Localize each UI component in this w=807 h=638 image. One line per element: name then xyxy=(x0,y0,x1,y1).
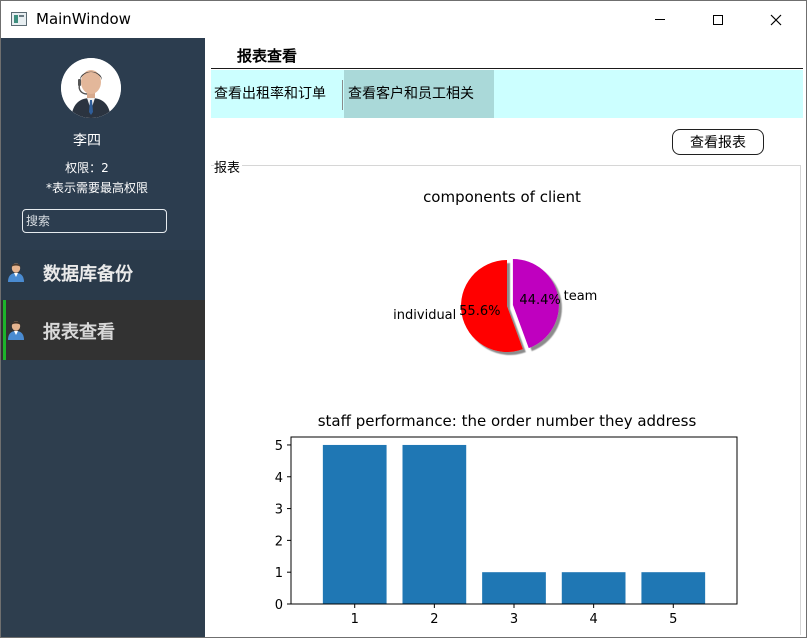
tab-bar: 查看出租率和订单 查看客户和员工相关 xyxy=(211,70,803,118)
maximize-icon xyxy=(713,14,723,25)
avatar xyxy=(61,58,121,118)
sidebar-item-label: 数据库备份 xyxy=(43,264,133,285)
close-icon xyxy=(770,14,782,25)
search-input[interactable] xyxy=(22,209,167,233)
close-button[interactable] xyxy=(747,1,805,38)
bar-chart: 1 2 3 4 5 0 1 2 3 4 5 xyxy=(275,436,738,627)
pie-slice-label: individual xyxy=(393,308,456,323)
sidebar-item-label: 报表查看 xyxy=(43,322,115,343)
app-window-icon xyxy=(11,12,27,26)
bar-5 xyxy=(641,572,706,604)
active-indicator xyxy=(3,300,6,360)
y-tick-label: 0 xyxy=(275,598,283,613)
y-tick-label: 1 xyxy=(275,566,283,581)
view-report-button[interactable]: 查看报表 xyxy=(672,129,764,155)
y-tick-label: 5 xyxy=(275,439,283,454)
y-tick-label: 4 xyxy=(275,471,283,486)
bar-3 xyxy=(482,572,546,604)
x-tick-label: 1 xyxy=(351,612,359,627)
bar-1 xyxy=(322,444,387,604)
permission-level: 权限：2 xyxy=(65,161,109,175)
user-name: 李四 xyxy=(73,133,101,149)
user-icon xyxy=(8,263,24,282)
user-icon xyxy=(8,321,24,340)
main-window: MainWindow 李四 权限：2 *表示需要最高权限 搜索 数据库备份 报表… xyxy=(0,0,807,638)
user-profile: 李四 权限：2 *表示需要最高权限 xyxy=(1,38,205,250)
title-divider xyxy=(211,68,803,69)
pie-slice-label: team xyxy=(564,289,598,304)
tab-client-staff[interactable]: 查看客户和员工相关 xyxy=(344,70,494,118)
pie-pct-label: 44.4% xyxy=(519,293,560,308)
avatar-image xyxy=(61,58,121,118)
minimize-button[interactable] xyxy=(631,1,689,38)
x-tick-label: 4 xyxy=(590,612,598,627)
y-tick-label: 2 xyxy=(275,534,283,549)
pie-chart: 55.6%individual 44.4% team xyxy=(393,258,598,352)
pie-chart-title: components of client xyxy=(423,188,581,206)
minimize-icon xyxy=(655,19,665,20)
tab-occupancy-orders[interactable]: 查看出租率和订单 xyxy=(212,70,340,118)
main-panel: 报表查看 查看出租率和订单 查看客户和员工相关 查看报表 报表 componen… xyxy=(205,38,806,637)
window-title: MainWindow xyxy=(36,10,131,28)
x-tick-label: 5 xyxy=(669,612,677,627)
bar-2 xyxy=(402,444,467,604)
y-tick-label: 3 xyxy=(275,503,283,518)
report-charts: components of client 55.6%individual 44.4… xyxy=(275,188,738,627)
x-tick-label: 2 xyxy=(430,612,438,627)
sidebar: 李四 权限：2 *表示需要最高权限 数据库备份 报表查看 xyxy=(1,38,205,637)
pie-pct-label: 55.6% xyxy=(459,304,500,319)
bar-chart-title: staff performance: the order number they… xyxy=(318,412,697,430)
bar-4 xyxy=(561,572,626,604)
title-bar[interactable]: MainWindow xyxy=(1,1,806,38)
maximize-button[interactable] xyxy=(689,1,747,38)
sidebar-item-report-view[interactable]: 报表查看 xyxy=(1,300,205,360)
x-tick-label: 3 xyxy=(510,612,518,627)
tab-separator xyxy=(342,80,343,110)
permission-note: *表示需要最高权限 xyxy=(45,181,148,195)
page-title: 报表查看 xyxy=(237,47,298,65)
